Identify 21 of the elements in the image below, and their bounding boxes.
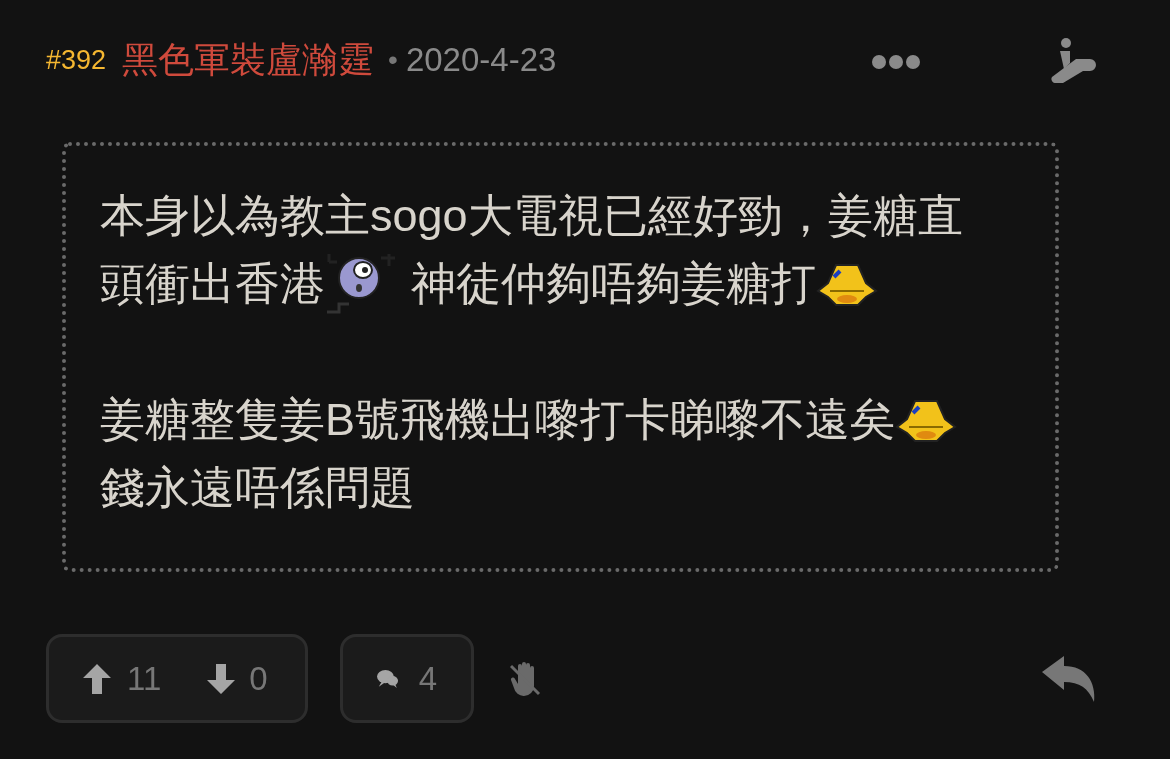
downvote-count: 0 bbox=[249, 658, 268, 699]
post-number: #392 bbox=[46, 43, 107, 77]
upvote-count: 11 bbox=[127, 658, 162, 699]
upvote-icon[interactable] bbox=[83, 663, 111, 694]
post-text: 神徒仲夠唔夠姜糖打 bbox=[411, 257, 816, 311]
author-name[interactable]: 黑色軍裝盧瀚霆 bbox=[122, 33, 375, 87]
bell-sticker-icon bbox=[895, 397, 957, 443]
reply-icon[interactable] bbox=[1042, 655, 1096, 702]
post-text: 錢永遠唔係問題 bbox=[100, 461, 415, 515]
comment-count: 4 bbox=[418, 658, 437, 699]
post-date: 2020-4-23 bbox=[405, 40, 557, 81]
separator-dot: • bbox=[388, 43, 398, 77]
post-text: 本身以為教主sogo大電視已經好勁，姜糖直 bbox=[100, 189, 963, 243]
no-hand-icon[interactable] bbox=[510, 661, 542, 696]
post-text: 姜糖整隻姜B號飛機出嚟打卡睇嚟不遠矣 bbox=[100, 393, 895, 447]
bell-sticker-icon bbox=[816, 261, 878, 307]
more-icon[interactable] bbox=[872, 55, 920, 69]
downvote-icon[interactable] bbox=[207, 663, 236, 694]
comments-button[interactable]: 4 bbox=[340, 634, 474, 723]
post-text: 頭衝出香港 bbox=[100, 257, 325, 311]
ball-sticker-icon bbox=[325, 252, 397, 316]
